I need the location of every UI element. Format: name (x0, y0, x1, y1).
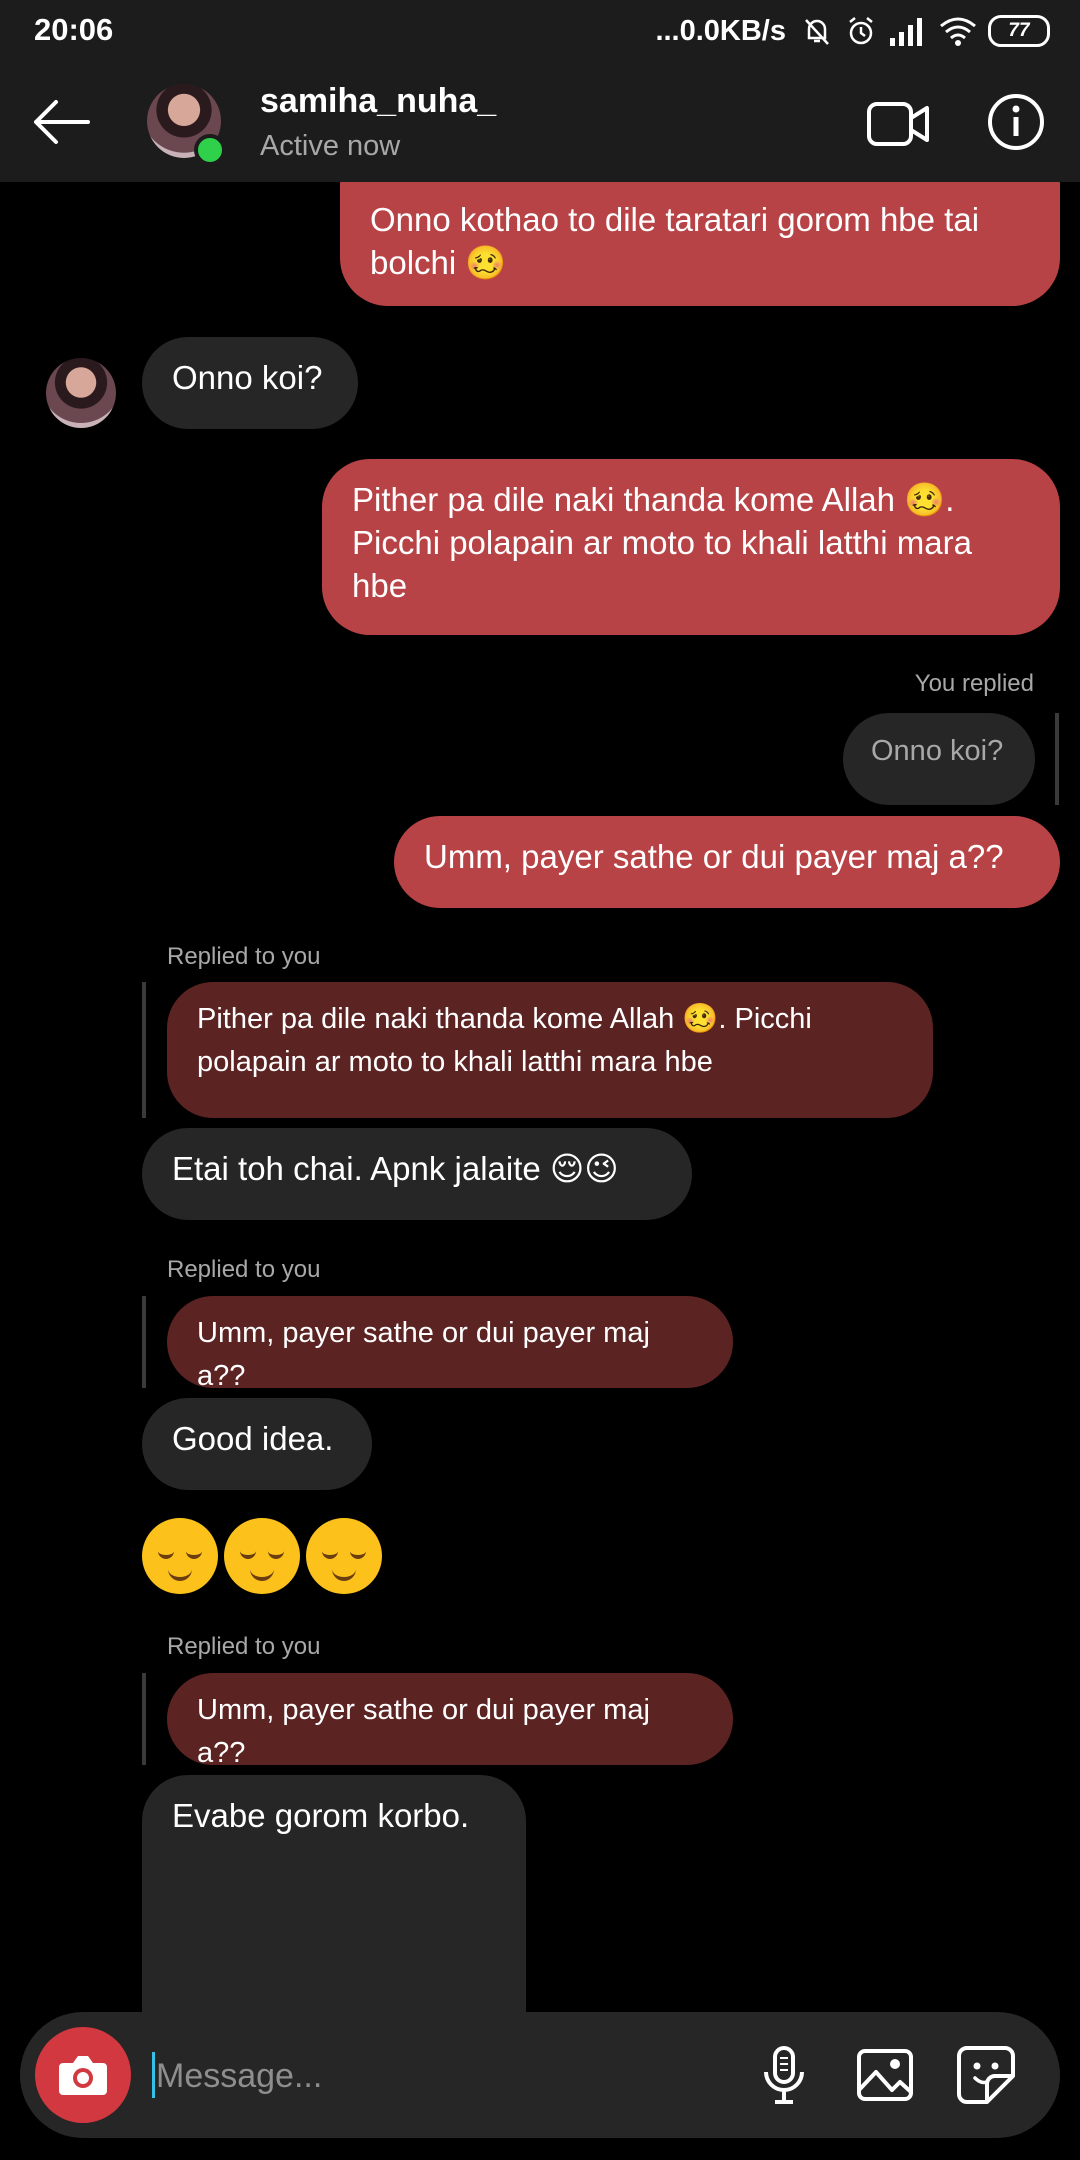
quoted-message[interactable]: Umm, payer sathe or dui payer maj a?? (167, 1673, 733, 1769)
battery-indicator: 77 (988, 15, 1050, 47)
reply-quote[interactable]: Onno koi? (843, 713, 1035, 805)
info-icon[interactable] (986, 92, 1046, 152)
quote-bar (1055, 713, 1059, 805)
received-message[interactable]: Onno koi? (142, 337, 358, 429)
back-arrow-icon[interactable] (30, 94, 92, 150)
sent-message[interactable]: Umm, payer sathe or dui payer maj a?? (394, 816, 1060, 908)
relieved-face-emoji (142, 1518, 218, 1594)
status-bar: 20:06 ...0.0KB/s 77 (0, 0, 1080, 62)
received-message[interactable]: Etai toh chai. Apnk jalaite 😌😉 (142, 1128, 692, 1220)
microphone-icon[interactable] (753, 2044, 815, 2106)
message-thread[interactable]: Onno kothao to dile taratari gorom hbe t… (0, 182, 1080, 2012)
relieved-face-emoji (306, 1518, 382, 1594)
quote-bar (142, 1673, 146, 1765)
alarm-icon (849, 17, 873, 45)
message-input[interactable] (154, 2046, 718, 2106)
video-call-icon[interactable] (866, 96, 930, 152)
sticker-icon[interactable] (955, 2044, 1017, 2106)
status-time: 20:06 (34, 12, 114, 47)
received-message[interactable]: Evabe gorom korbo. (142, 1775, 526, 2012)
quote-bar (142, 982, 146, 1118)
message-composer (20, 2012, 1060, 2138)
chat-header: samiha_nuha_ Active now (0, 62, 1080, 182)
contact-username[interactable]: samiha_nuha_ (260, 82, 496, 121)
reply-label: Replied to you (167, 943, 321, 970)
received-message[interactable]: Good idea. (142, 1398, 372, 1490)
reply-label: You replied (914, 670, 1034, 697)
quote-bar (142, 1296, 146, 1388)
relieved-face-emoji (224, 1518, 300, 1594)
quoted-message[interactable]: Umm, payer sathe or dui payer maj a?? (167, 1296, 733, 1392)
sent-message[interactable]: Pither pa dile naki thanda kome Allah 🥴.… (322, 459, 1060, 635)
sent-message[interactable]: Onno kothao to dile taratari gorom hbe t… (340, 182, 1060, 306)
signal-icon (890, 18, 922, 46)
wifi-icon (940, 17, 976, 46)
emoji-message[interactable] (142, 1518, 382, 1594)
camera-icon (59, 2056, 107, 2095)
status-icons: ...0.0KB/s 77 (655, 10, 1050, 52)
camera-button[interactable] (35, 2027, 131, 2123)
network-speed: ...0.0KB/s (655, 14, 786, 47)
quoted-message[interactable]: Pither pa dile naki thanda kome Allah 🥴.… (167, 982, 933, 1118)
online-indicator (194, 134, 226, 166)
avatar[interactable] (46, 358, 116, 428)
contact-status: Active now (260, 130, 401, 162)
gallery-icon[interactable] (854, 2044, 916, 2106)
reply-label: Replied to you (167, 1256, 321, 1283)
mute-bell-icon (805, 19, 829, 45)
reply-label: Replied to you (167, 1633, 321, 1660)
